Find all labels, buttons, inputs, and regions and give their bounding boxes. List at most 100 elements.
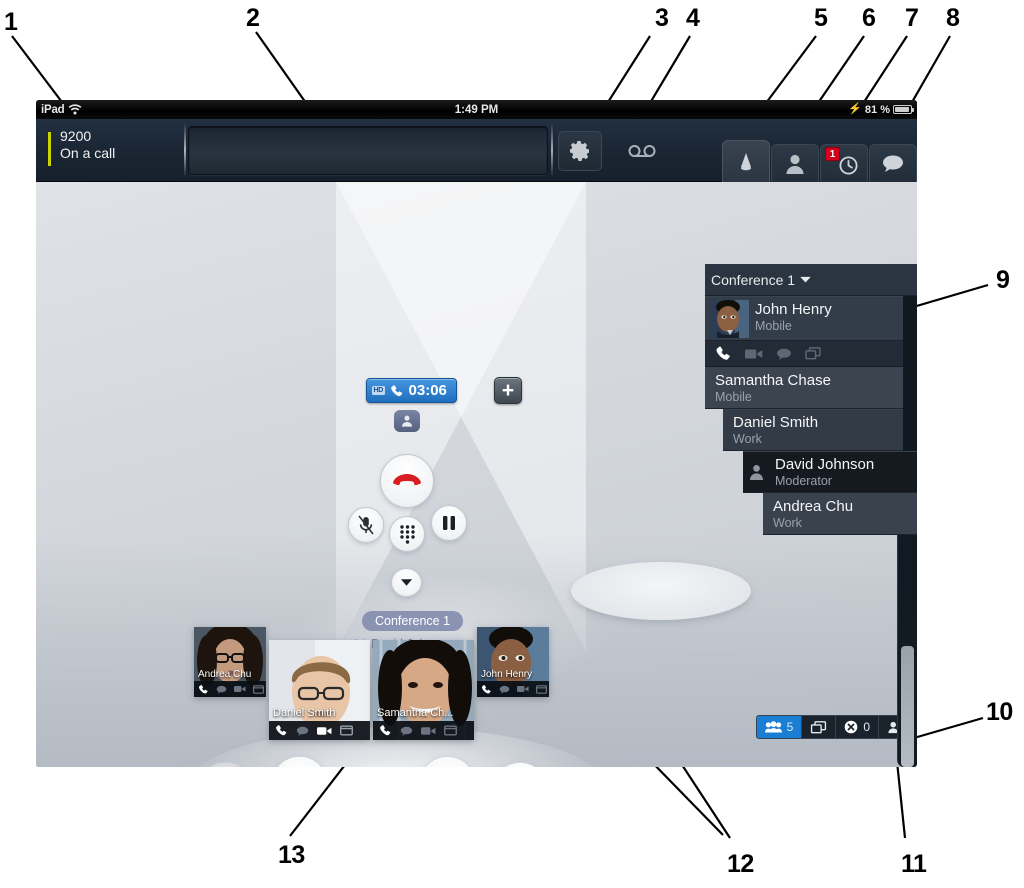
participant-thumbnail-daniel-smith[interactable]: Daniel Smith bbox=[269, 640, 370, 740]
ios-status-bar: iPad 1:49 PM ⚡ 81 % bbox=[36, 100, 917, 119]
contact-subtitle: Work bbox=[733, 432, 762, 446]
person-avatar-icon bbox=[400, 414, 414, 428]
participant-name: Andrea Chu bbox=[198, 669, 252, 680]
speech-bubble-icon[interactable] bbox=[400, 726, 413, 736]
share-icon[interactable] bbox=[536, 684, 547, 694]
tab-favorites[interactable] bbox=[722, 140, 770, 182]
callout-2: 2 bbox=[246, 4, 260, 32]
person-icon bbox=[785, 153, 805, 175]
spotlight-icon bbox=[735, 151, 757, 173]
contact-row-samantha-chase[interactable]: Samantha Chase Mobile bbox=[705, 367, 903, 409]
mute-button[interactable] bbox=[348, 507, 384, 543]
conference-name-tag: Conference 1 bbox=[362, 611, 464, 631]
more-options-button[interactable] bbox=[391, 568, 422, 597]
call-timer-pill[interactable]: HD 03:06 bbox=[366, 378, 457, 403]
call-duration: 03:06 bbox=[408, 382, 447, 399]
clock-icon bbox=[838, 155, 859, 176]
video-icon[interactable] bbox=[317, 726, 332, 736]
mic-muted-icon bbox=[357, 515, 375, 535]
conference-stage: HD 03:06 + Conference 1 Andrea Chu Danie… bbox=[36, 182, 917, 767]
main-tab-strip: 1 bbox=[721, 140, 917, 182]
user-identity-panel[interactable]: 9200 On a call bbox=[36, 119, 186, 181]
contact-name: John Henry bbox=[755, 301, 832, 318]
contact-subtitle: Moderator bbox=[775, 474, 832, 488]
callout-12: 12 bbox=[727, 850, 754, 878]
callout-11: 11 bbox=[901, 850, 927, 878]
contact-name: Daniel Smith bbox=[733, 414, 819, 431]
add-participant-button[interactable]: + bbox=[494, 377, 522, 404]
video-icon[interactable] bbox=[517, 685, 529, 693]
contact-actions-john-henry bbox=[705, 341, 903, 367]
dialpad-button[interactable] bbox=[389, 516, 425, 552]
voicemail-icon bbox=[628, 144, 656, 158]
conference-participants-drawer: Conference 1 John Henry Mobile Samantha … bbox=[705, 264, 917, 767]
callout-6: 6 bbox=[862, 4, 876, 32]
video-icon[interactable] bbox=[234, 685, 246, 693]
callout-3: 3 bbox=[655, 4, 669, 32]
hd-badge: HD bbox=[372, 386, 385, 395]
tab-contacts[interactable] bbox=[771, 144, 819, 182]
settings-button[interactable] bbox=[558, 131, 602, 171]
speech-bubble-icon[interactable] bbox=[499, 685, 510, 694]
end-call-button[interactable] bbox=[380, 454, 434, 508]
participant-thumbnail-samantha-chase[interactable]: Samantha Ch... bbox=[373, 640, 474, 740]
pause-icon bbox=[442, 515, 456, 531]
participant-actions bbox=[477, 681, 549, 697]
contact-row-andrea-chu[interactable]: Andrea Chu Work bbox=[763, 493, 917, 535]
hold-button[interactable] bbox=[431, 505, 467, 541]
phone-icon[interactable] bbox=[275, 724, 288, 737]
contact-row-daniel-smith[interactable]: Daniel Smith Work bbox=[723, 409, 903, 451]
battery-percent-label: 81 % bbox=[864, 103, 890, 116]
callout-4: 4 bbox=[686, 4, 700, 32]
participant-name: Daniel Smith bbox=[273, 707, 336, 719]
callout-10: 10 bbox=[986, 698, 1013, 726]
participant-thumbnail-andrea-chu[interactable]: Andrea Chu bbox=[194, 627, 266, 697]
callout-13: 13 bbox=[278, 841, 305, 869]
speech-bubble-icon[interactable] bbox=[296, 726, 309, 736]
share-icon[interactable] bbox=[805, 347, 821, 360]
contact-subtitle: Mobile bbox=[755, 319, 792, 333]
callout-9: 9 bbox=[996, 266, 1010, 294]
caret-down-icon[interactable] bbox=[800, 276, 811, 283]
hangup-icon bbox=[392, 472, 422, 490]
speech-bubble-icon bbox=[881, 154, 905, 173]
search-input[interactable] bbox=[188, 126, 548, 175]
contact-name: David Johnson bbox=[775, 456, 875, 473]
contact-row-david-johnson[interactable]: David Johnson Moderator bbox=[743, 451, 917, 493]
presence-status-text: On a call bbox=[60, 145, 116, 161]
history-badge: 1 bbox=[825, 147, 840, 161]
person-icon bbox=[749, 464, 764, 480]
callout-8: 8 bbox=[946, 4, 960, 32]
video-icon[interactable] bbox=[745, 348, 763, 360]
share-icon[interactable] bbox=[444, 725, 457, 736]
extension-number: 9200 bbox=[60, 128, 92, 144]
battery-icon bbox=[893, 105, 914, 114]
share-icon[interactable] bbox=[253, 684, 264, 694]
toolbar-divider bbox=[551, 123, 553, 177]
contact-subtitle: Mobile bbox=[715, 390, 752, 404]
video-icon[interactable] bbox=[421, 726, 436, 736]
phone-icon[interactable] bbox=[379, 724, 392, 737]
participant-name: John Henry bbox=[481, 669, 533, 680]
callout-5: 5 bbox=[814, 4, 828, 32]
contact-avatar-john-henry bbox=[711, 300, 749, 338]
lightning-bolt-icon: ⚡ bbox=[848, 103, 862, 115]
participant-actions bbox=[269, 721, 370, 740]
share-icon[interactable] bbox=[340, 725, 353, 736]
speech-bubble-icon[interactable] bbox=[216, 685, 227, 694]
phone-icon[interactable] bbox=[715, 345, 732, 362]
phone-icon[interactable] bbox=[481, 684, 492, 695]
speech-bubble-icon[interactable] bbox=[776, 348, 792, 360]
tablet-device: iPad 1:49 PM ⚡ 81 % 9200 On a call 1 HD … bbox=[36, 100, 917, 767]
voicemail-button[interactable] bbox=[620, 131, 664, 171]
callout-7: 7 bbox=[905, 4, 919, 32]
tab-history[interactable]: 1 bbox=[820, 144, 868, 182]
tab-messages[interactable] bbox=[869, 144, 917, 182]
participant-thumbnail-john-henry[interactable]: John Henry bbox=[477, 627, 549, 697]
gear-icon bbox=[568, 139, 592, 163]
phone-icon[interactable] bbox=[198, 684, 209, 695]
callout-1: 1 bbox=[4, 8, 18, 36]
drawer-header[interactable]: Conference 1 bbox=[705, 264, 917, 296]
contact-subtitle: Work bbox=[773, 516, 802, 530]
dialpad-icon bbox=[398, 524, 417, 545]
